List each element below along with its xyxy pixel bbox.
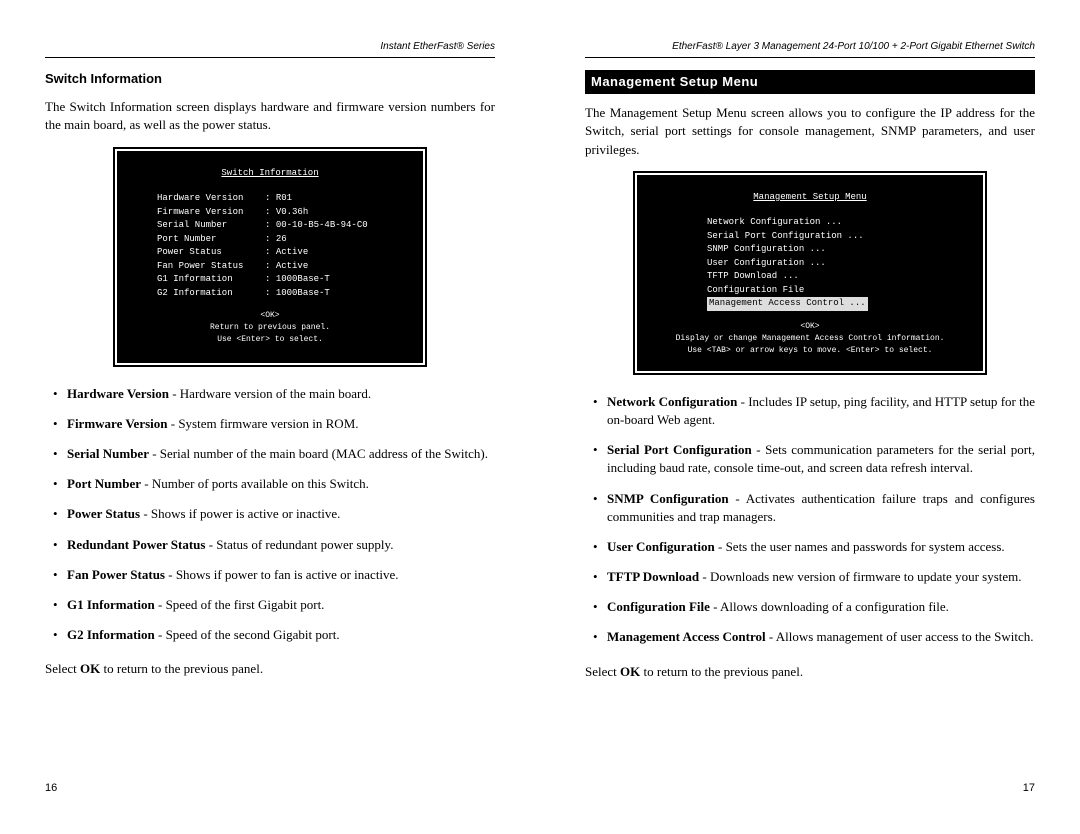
bullet-item: Network Configuration - Includes IP setu… [597, 393, 1035, 429]
right-page: EtherFast® Layer 3 Management 24-Port 10… [540, 40, 1080, 794]
header-left: Instant EtherFast® Series [45, 40, 495, 54]
ss-title: Management Setup Menu [647, 191, 973, 205]
page-number-left: 16 [45, 781, 57, 796]
ss-footer: <OK> Return to previous panel. Use <Ente… [127, 310, 413, 346]
bullet-item: Serial Number - Serial number of the mai… [57, 445, 495, 463]
header-right: EtherFast® Layer 3 Management 24-Port 10… [585, 40, 1035, 54]
ss-title: Switch Information [127, 167, 413, 181]
intro-right: The Management Setup Menu screen allows … [585, 104, 1035, 159]
bullet-term: Serial Number [67, 446, 149, 461]
bullet-list-left: Hardware Version - Hardware version of t… [45, 385, 495, 657]
ss-body: Hardware Version : R01 Firmware Version … [157, 192, 413, 300]
bullet-term: Redundant Power Status [67, 537, 205, 552]
bullet-item: G1 Information - Speed of the first Giga… [57, 596, 495, 614]
menu-item-highlighted: Management Access Control ... [707, 297, 868, 311]
bullet-term: Network Configuration [607, 394, 737, 409]
bullet-term: G1 Information [67, 597, 155, 612]
bullet-term: Configuration File [607, 599, 710, 614]
menu-item: Network Configuration ... [707, 216, 973, 230]
closing-left: Select OK to return to the previous pane… [45, 660, 495, 678]
bullet-item: TFTP Download - Downloads new version of… [597, 568, 1035, 586]
bullet-term: SNMP Configuration [607, 491, 729, 506]
bullet-desc: - Allows management of user access to th… [766, 629, 1034, 644]
bullet-item: Hardware Version - Hardware version of t… [57, 385, 495, 403]
bullet-term: TFTP Download [607, 569, 699, 584]
bullet-term: Fan Power Status [67, 567, 165, 582]
bullet-item: Serial Port Configuration - Sets communi… [597, 441, 1035, 477]
management-menu-screenshot: Management Setup Menu Network Configurat… [635, 173, 985, 373]
bullet-item: Redundant Power Status - Status of redun… [57, 536, 495, 554]
closing-right: Select OK to return to the previous pane… [585, 663, 1035, 681]
bullet-desc: - Allows downloading of a configuration … [710, 599, 949, 614]
ss-footer: <OK> Display or change Management Access… [647, 321, 973, 357]
bullet-desc: - Speed of the first Gigabit port. [155, 597, 325, 612]
bullet-term: User Configuration [607, 539, 715, 554]
bullet-item: G2 Information - Speed of the second Gig… [57, 626, 495, 644]
bullet-item: Management Access Control - Allows manag… [597, 628, 1035, 646]
bullet-desc: - Speed of the second Gigabit port. [155, 627, 340, 642]
bullet-item: SNMP Configuration - Activates authentic… [597, 490, 1035, 526]
bullet-desc: - System firmware version in ROM. [168, 416, 359, 431]
bullet-desc: - Sets the user names and passwords for … [715, 539, 1005, 554]
bullet-desc: - Number of ports available on this Swit… [141, 476, 369, 491]
page-number-right: 17 [1023, 781, 1035, 796]
bullet-term: Port Number [67, 476, 141, 491]
bullet-term: G2 Information [67, 627, 155, 642]
bullet-item: Fan Power Status - Shows if power to fan… [57, 566, 495, 584]
section-title-left: Switch Information [45, 70, 495, 88]
bullet-desc: - Serial number of the main board (MAC a… [149, 446, 488, 461]
bullet-item: Configuration File - Allows downloading … [597, 598, 1035, 616]
bullet-desc: - Downloads new version of firmware to u… [699, 569, 1021, 584]
left-page: Instant EtherFast® Series Switch Informa… [0, 40, 540, 794]
bullet-item: User Configuration - Sets the user names… [597, 538, 1035, 556]
menu-item: SNMP Configuration ... [707, 243, 973, 257]
menu-item: Serial Port Configuration ... [707, 230, 973, 244]
menu-item: User Configuration ... [707, 257, 973, 271]
bullet-desc: - Hardware version of the main board. [169, 386, 371, 401]
bullet-item: Port Number - Number of ports available … [57, 475, 495, 493]
bullet-term: Management Access Control [607, 629, 766, 644]
bullet-item: Firmware Version - System firmware versi… [57, 415, 495, 433]
bullet-item: Power Status - Shows if power is active … [57, 505, 495, 523]
bullet-term: Power Status [67, 506, 140, 521]
bullet-term: Hardware Version [67, 386, 169, 401]
bullet-desc: - Shows if power is active or inactive. [140, 506, 340, 521]
divider [585, 57, 1035, 58]
divider [45, 57, 495, 58]
menu-item: TFTP Download ... [707, 270, 973, 284]
section-band-right: Management Setup Menu [585, 70, 1035, 94]
bullet-term: Serial Port Configuration [607, 442, 752, 457]
ss-body: Network Configuration ...Serial Port Con… [707, 216, 973, 311]
bullet-term: Firmware Version [67, 416, 168, 431]
bullet-list-right: Network Configuration - Includes IP setu… [585, 393, 1035, 659]
bullet-desc: - Shows if power to fan is active or ina… [165, 567, 399, 582]
menu-item: Configuration File [707, 284, 973, 298]
bullet-desc: - Status of redundant power supply. [205, 537, 393, 552]
switch-info-screenshot: Switch Information Hardware Version : R0… [115, 149, 425, 365]
intro-left: The Switch Information screen displays h… [45, 98, 495, 134]
